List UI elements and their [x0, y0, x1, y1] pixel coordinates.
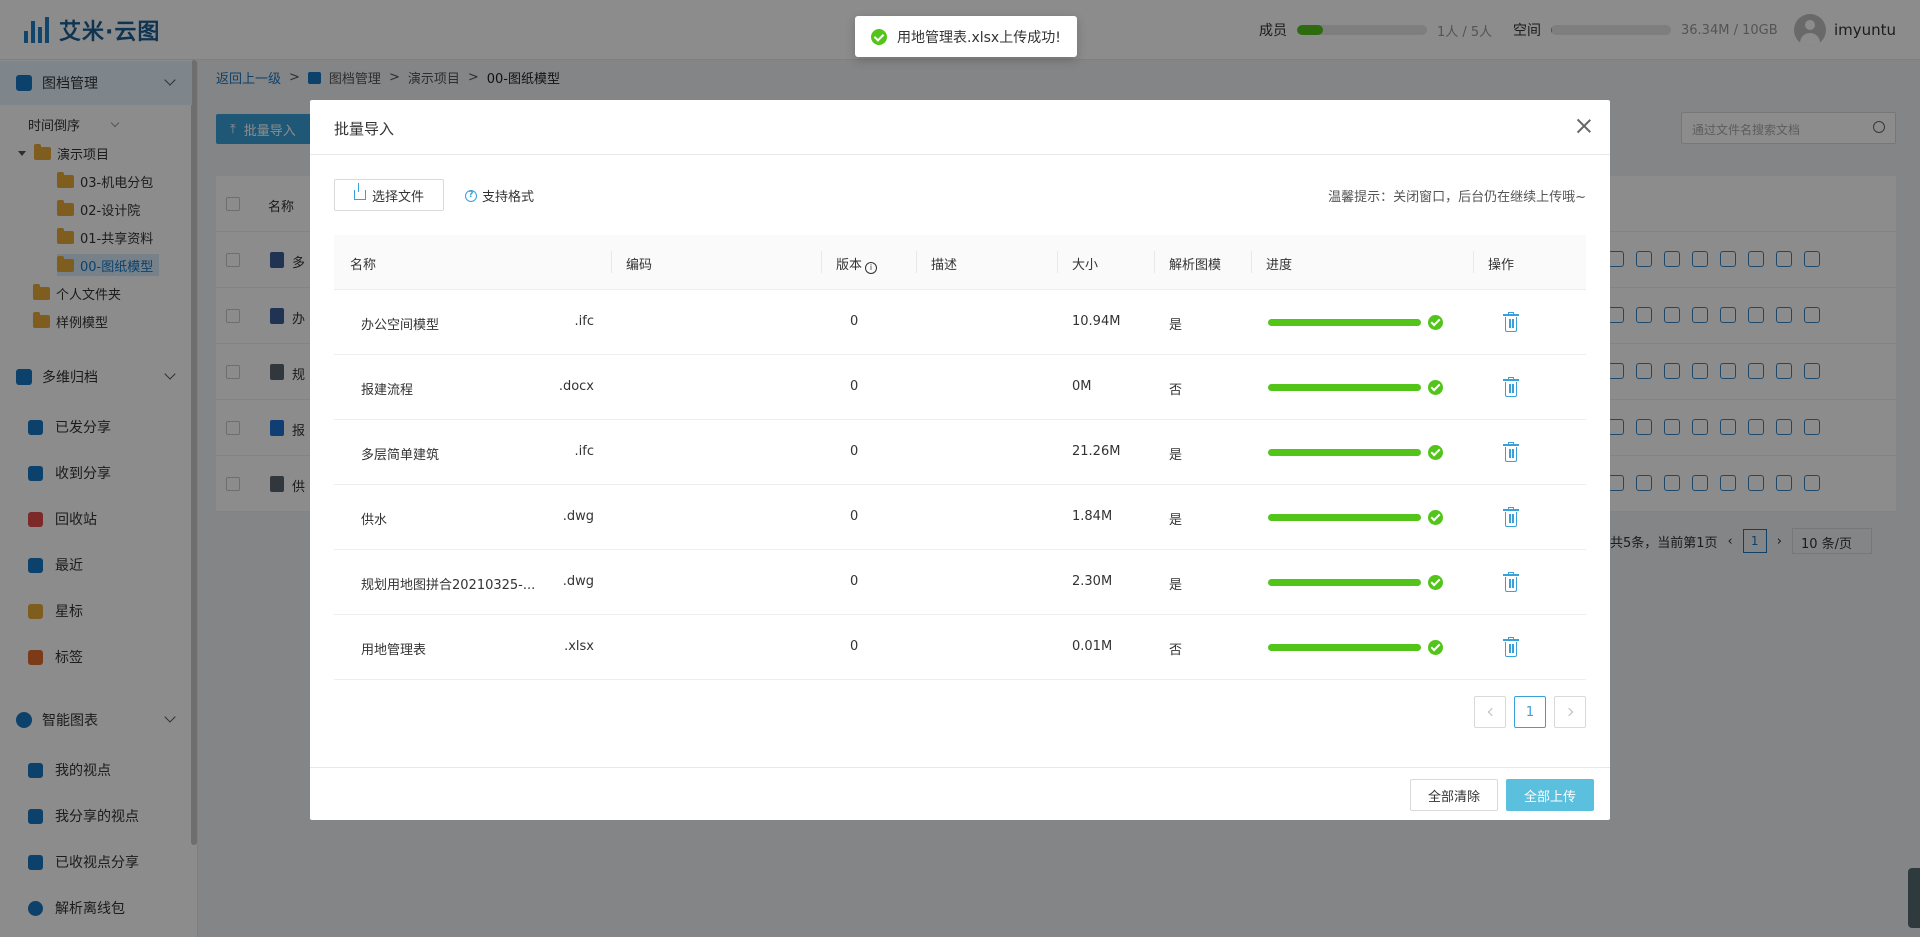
upload-file-table: 名称 编码 版本 i 描述 大小 解析图模 进度 操作 办公空间模型 .ifc 0…	[334, 235, 1586, 680]
file-ext: .ifc	[574, 444, 594, 459]
dialog-header: 批量导入	[310, 100, 1610, 155]
parse-flag[interactable]: 是	[1169, 574, 1182, 593]
upload-all-button[interactable]: 全部上传	[1506, 779, 1594, 811]
file-ext: .dwg	[562, 574, 594, 589]
file-size: 0.01M	[1072, 639, 1113, 654]
col-version-label: 版本	[836, 258, 863, 273]
file-name: 办公空间模型	[361, 318, 440, 333]
file-version: 0	[850, 314, 859, 329]
upload-progress-bar	[1268, 384, 1421, 391]
column-divider	[821, 251, 822, 273]
support-format-label: 支持格式	[482, 190, 535, 205]
file-size: 10.94M	[1072, 314, 1121, 329]
col-code: 编码	[626, 258, 653, 273]
info-icon[interactable]: i	[865, 262, 878, 274]
file-name: 多层简单建筑	[361, 448, 440, 463]
col-parse: 解析图模	[1169, 258, 1222, 273]
file-version: 0	[850, 444, 859, 459]
parse-flag[interactable]: 否	[1169, 379, 1182, 398]
delete-icon[interactable]	[1503, 572, 1519, 592]
prev-page-button[interactable]	[1474, 696, 1506, 728]
upload-progress-bar	[1268, 579, 1421, 586]
file-name: 供水	[361, 513, 388, 528]
upload-progress-bar	[1268, 514, 1421, 521]
upload-row: 办公空间模型 .ifc 0 10.94M 是	[334, 290, 1586, 355]
file-name: 规划用地图拼合20210325-...	[361, 578, 536, 593]
select-file-button[interactable]: 选择文件	[334, 179, 444, 211]
chevron-right-icon	[1564, 707, 1573, 717]
upload-tip: 温馨提示：关闭窗口，后台仍在继续上传哦~	[1328, 190, 1586, 205]
success-toast: 用地管理表.xlsx上传成功!	[855, 16, 1077, 57]
question-icon: ?	[465, 189, 477, 202]
check-circle-icon	[1428, 640, 1443, 655]
column-divider	[1473, 251, 1474, 273]
close-icon[interactable]	[1576, 118, 1592, 134]
upload-row: 供水 .dwg 0 1.84M 是	[334, 485, 1586, 550]
col-name: 名称	[350, 258, 377, 273]
delete-icon[interactable]	[1503, 442, 1519, 462]
file-ext: .dwg	[562, 509, 594, 524]
dialog-pagination: 1	[1474, 696, 1586, 728]
upload-row: 规划用地图拼合20210325-... .dwg 0 2.30M 是	[334, 550, 1586, 615]
chevron-left-icon	[1487, 707, 1496, 717]
col-desc: 描述	[931, 258, 958, 273]
column-divider	[1251, 251, 1252, 273]
toast-message: 用地管理表.xlsx上传成功!	[897, 29, 1061, 46]
parse-flag[interactable]: 是	[1169, 444, 1182, 463]
check-circle-icon	[1428, 380, 1443, 395]
file-ext: .xlsx	[564, 639, 594, 654]
floating-widget[interactable]	[1908, 868, 1920, 928]
col-size: 大小	[1072, 258, 1099, 273]
clear-all-button[interactable]: 全部清除	[1410, 779, 1498, 811]
parse-flag[interactable]: 是	[1169, 314, 1182, 333]
check-circle-icon	[1428, 510, 1443, 525]
parse-flag[interactable]: 是	[1169, 509, 1182, 528]
delete-icon[interactable]	[1503, 312, 1519, 332]
delete-icon[interactable]	[1503, 377, 1519, 397]
file-size: 21.26M	[1072, 444, 1121, 459]
select-file-label: 选择文件	[371, 189, 424, 205]
file-version: 0	[850, 639, 859, 654]
check-circle-icon	[871, 28, 887, 45]
dialog-title: 批量导入	[334, 120, 395, 138]
check-circle-icon	[1428, 445, 1443, 460]
file-name: 报建流程	[361, 383, 414, 398]
upload-progress-bar	[1268, 644, 1421, 651]
page-number[interactable]: 1	[1514, 696, 1546, 728]
column-divider	[611, 251, 612, 273]
file-name: 用地管理表	[361, 643, 427, 658]
file-ext: .ifc	[574, 314, 594, 329]
upload-progress-bar	[1268, 319, 1421, 326]
upload-row: 多层简单建筑 .ifc 0 21.26M 是	[334, 420, 1586, 485]
col-progress: 进度	[1266, 258, 1293, 273]
dialog-footer: 全部清除 全部上传	[310, 767, 1610, 820]
file-size: 0M	[1072, 379, 1092, 394]
file-version: 0	[850, 379, 859, 394]
batch-import-dialog: 批量导入 选择文件 ? 支持格式 温馨提示：关闭窗口，后台仍在继续上传哦~ 名称…	[310, 100, 1610, 820]
upload-icon	[353, 183, 366, 200]
file-version: 0	[850, 509, 859, 524]
next-page-button[interactable]	[1554, 696, 1586, 728]
upload-table-header: 名称 编码 版本 i 描述 大小 解析图模 进度 操作	[334, 235, 1586, 290]
check-circle-icon	[1428, 315, 1443, 330]
parse-flag[interactable]: 否	[1169, 639, 1182, 658]
check-circle-icon	[1428, 575, 1443, 590]
file-size: 2.30M	[1072, 574, 1113, 589]
column-divider	[1154, 251, 1155, 273]
col-version: 版本 i	[836, 254, 878, 274]
col-action: 操作	[1488, 258, 1515, 273]
column-divider	[1057, 251, 1058, 273]
delete-icon[interactable]	[1503, 507, 1519, 527]
delete-icon[interactable]	[1503, 637, 1519, 657]
file-ext: .docx	[558, 379, 594, 394]
upload-row: 用地管理表 .xlsx 0 0.01M 否	[334, 615, 1586, 680]
file-version: 0	[850, 574, 859, 589]
support-format-link[interactable]: ? 支持格式	[465, 186, 534, 205]
upload-progress-bar	[1268, 449, 1421, 456]
file-size: 1.84M	[1072, 509, 1113, 524]
column-divider	[916, 251, 917, 273]
upload-row: 报建流程 .docx 0 0M 否	[334, 355, 1586, 420]
